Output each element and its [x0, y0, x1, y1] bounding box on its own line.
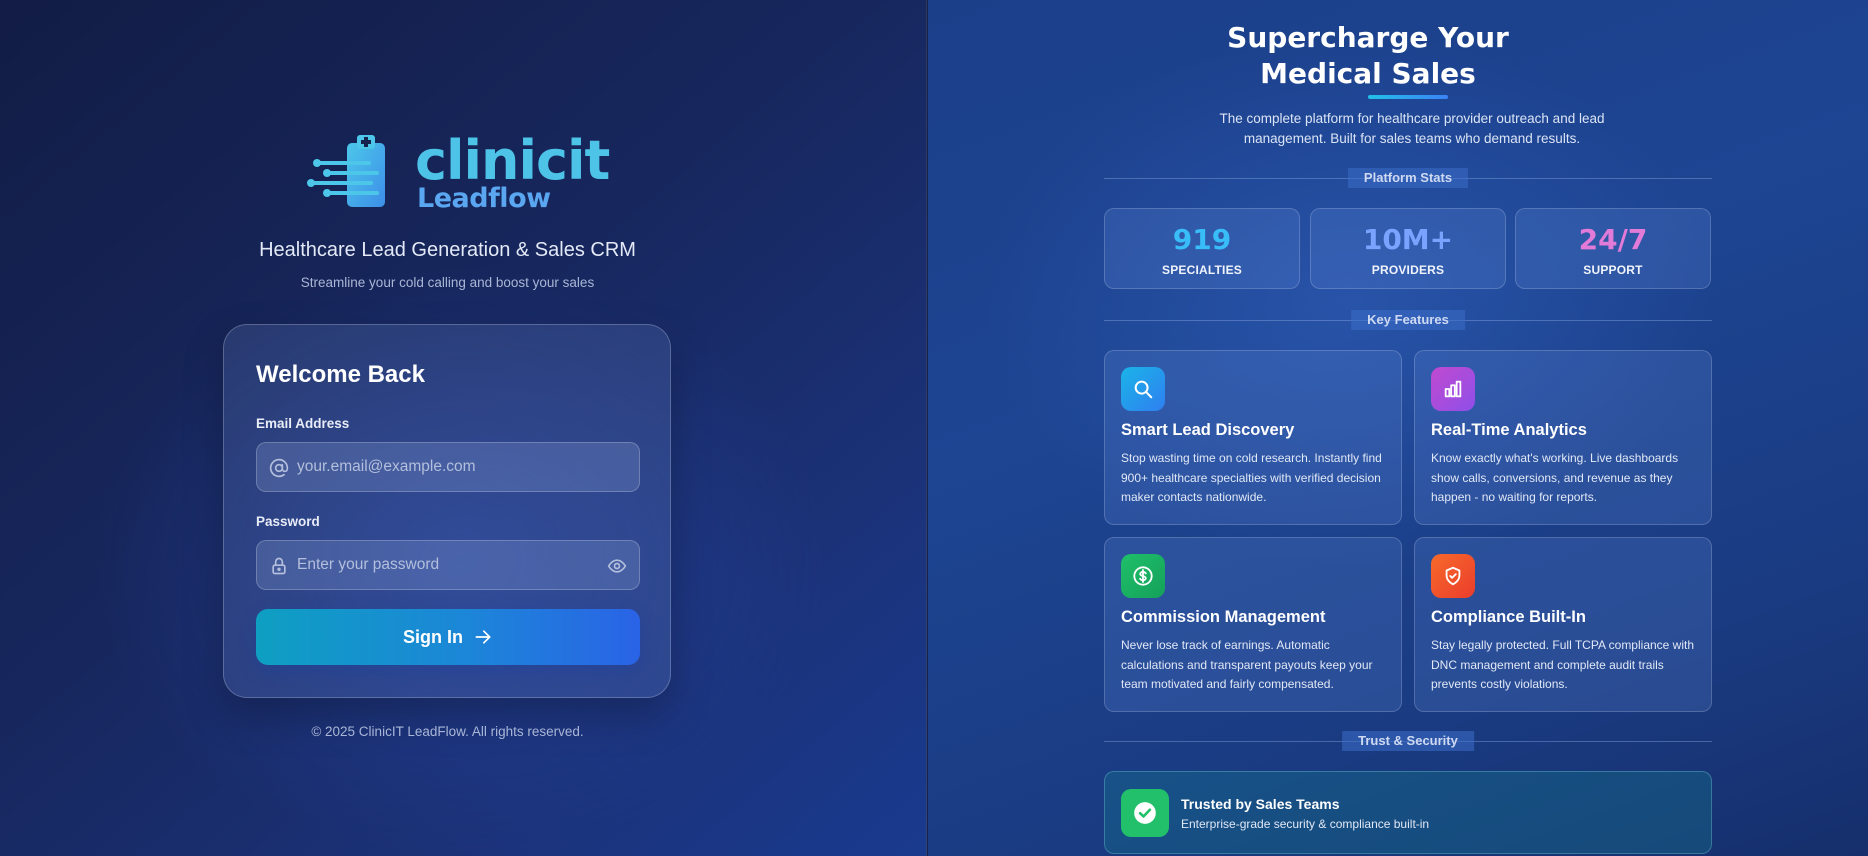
stat-card-providers: 10M+ PROVIDERS: [1310, 208, 1506, 289]
sign-in-button[interactable]: Sign In: [256, 609, 640, 665]
email-input[interactable]: [297, 443, 597, 491]
trust-subtitle: Enterprise-grade security & compliance b…: [1181, 817, 1430, 831]
bar-chart-icon: [1431, 367, 1475, 411]
sub-tagline: Streamline your cold calling and boost y…: [300, 275, 595, 290]
clinicit-logo: clinicit Leadflow: [305, 129, 610, 214]
stat-label: SUPPORT: [1583, 263, 1643, 277]
stat-card-specialties: 919 SPECIALTIES: [1104, 208, 1300, 289]
hero-title: Supercharge Your Medical Sales: [928, 20, 1808, 92]
feature-card-analytics: Real-Time Analytics Know exactly what's …: [1414, 350, 1712, 525]
feature-description: Stop wasting time on cold research. Inst…: [1121, 451, 1382, 504]
lock-icon: [272, 557, 286, 575]
feature-card-compliance: Compliance Built-In Stay legally protect…: [1414, 537, 1712, 712]
password-field: [256, 540, 640, 590]
sign-in-label: Sign In: [403, 626, 463, 647]
password-input[interactable]: [297, 541, 597, 589]
hero-title-line2: Medical Sales: [1260, 57, 1476, 90]
logo-submark: Leadflow: [417, 183, 551, 214]
hero-title-line1: Supercharge Your: [1227, 21, 1509, 54]
eye-icon[interactable]: [607, 556, 627, 576]
email-field: [256, 442, 640, 492]
stat-value: 10M+: [1362, 223, 1454, 256]
section-heading-trust: Trust & Security: [1342, 731, 1474, 751]
arrow-right-icon: [475, 630, 491, 644]
copyright: © 2025 ClinicIT LeadFlow. All rights res…: [311, 724, 584, 739]
stat-label: PROVIDERS: [1371, 263, 1445, 277]
password-label: Password: [256, 514, 320, 529]
feature-title: Smart Lead Discovery: [1121, 421, 1295, 439]
dollar-icon: [1121, 554, 1165, 598]
feature-description: Know exactly what's working. Live dashbo…: [1431, 451, 1679, 504]
feature-title: Commission Management: [1121, 608, 1326, 626]
email-label: Email Address: [256, 416, 350, 431]
login-title: Welcome Back: [256, 361, 425, 388]
stat-card-support: 24/7 SUPPORT: [1515, 208, 1711, 289]
feature-card-lead-discovery: Smart Lead Discovery Stop wasting time o…: [1104, 350, 1402, 525]
feature-title: Compliance Built-In: [1431, 608, 1586, 626]
feature-description: Stay legally protected. Full TCPA compli…: [1431, 638, 1695, 691]
at-sign-icon: [269, 458, 289, 478]
tagline: Healthcare Lead Generation & Sales CRM: [259, 239, 636, 261]
section-heading-stats: Platform Stats: [1347, 168, 1469, 188]
check-circle-icon: [1121, 789, 1169, 837]
shield-check-icon: [1431, 554, 1475, 598]
feature-card-commission: Commission Management Never lose track o…: [1104, 537, 1402, 712]
feature-description: Never lose track of earnings. Automatic …: [1121, 638, 1373, 691]
trust-title: Trusted by Sales Teams: [1181, 796, 1340, 812]
marketing-panel: Supercharge Your Medical Sales The compl…: [928, 0, 1868, 856]
search-icon: [1121, 367, 1165, 411]
medical-clipboard-logo-icon: [307, 135, 385, 207]
feature-title: Real-Time Analytics: [1431, 421, 1587, 439]
stat-value: 24/7: [1578, 223, 1648, 256]
login-card: Welcome Back Email Address Password Sig: [223, 324, 671, 698]
hero-subtitle: The complete platform for healthcare pro…: [1219, 111, 1605, 146]
title-underline: [1368, 95, 1448, 99]
trust-card: Trusted by Sales Teams Enterprise-grade …: [1104, 771, 1712, 854]
login-panel: clinicit Leadflow Healthcare Lead Genera…: [0, 0, 927, 856]
stat-label: SPECIALTIES: [1162, 263, 1242, 277]
section-heading-features: Key Features: [1351, 310, 1465, 330]
stat-value: 919: [1172, 223, 1232, 256]
